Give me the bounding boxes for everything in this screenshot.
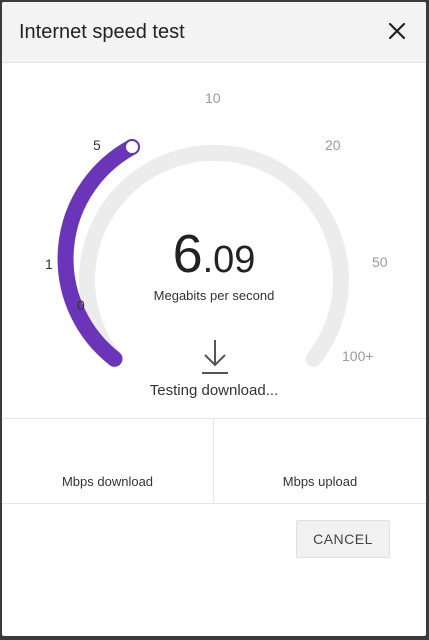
speed-unit-label: Megabits per second [153,288,275,303]
speed-decimal: .09 [202,239,256,281]
cancel-button[interactable]: CANCEL [296,520,390,558]
tick-label-5: 5 [93,137,101,153]
speed-integer: 6 [172,224,203,284]
upload-label: Mbps upload [282,474,358,489]
download-label: Mbps download [61,474,154,489]
speed-readout: 6.09 [2,227,426,281]
tick-label-20: 20 [325,137,341,153]
speed-test-dialog: Internet speed test 0 1 5 10 20 50 100+ … [2,2,426,636]
tick-label-100-plus: 100+ [342,348,374,364]
close-icon [388,22,406,40]
test-status: Testing download... [149,382,279,399]
gauge-thumb [124,139,140,155]
dialog-title: Internet speed test [19,21,185,43]
tick-label-10: 10 [205,90,221,106]
download-arrow-icon [202,340,228,374]
dialog-header: Internet speed test [2,2,426,63]
close-button[interactable] [382,16,412,46]
download-result: Mbps download [2,419,214,503]
results-panel: Mbps download Mbps upload [2,418,426,504]
upload-result: Mbps upload [214,419,426,503]
